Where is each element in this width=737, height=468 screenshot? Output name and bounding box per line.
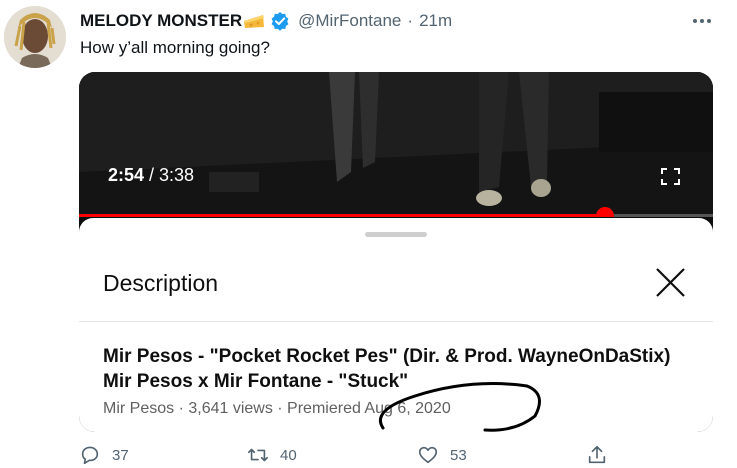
reply-button[interactable]: 37 xyxy=(79,444,129,466)
tweet-header: MELODY MONSTER @MirFontane · 21m xyxy=(80,10,717,32)
tweet-text: How y’all morning going? xyxy=(80,38,270,57)
media-screenshot[interactable]: 2:54 / 3:38 Description Mir Pesos - "Poc… xyxy=(79,72,713,432)
retweet-button[interactable]: 40 xyxy=(247,444,297,466)
hand-drawn-circle xyxy=(379,382,541,432)
tweet-timestamp[interactable]: 21m xyxy=(419,11,452,31)
avatar[interactable] xyxy=(4,6,66,68)
current-time: 2:54 xyxy=(108,165,145,185)
reply-count: 37 xyxy=(112,446,129,464)
reply-icon xyxy=(81,446,99,465)
tweet-actions: 37 40 53 xyxy=(79,444,639,468)
retweet-count: 40 xyxy=(280,446,297,464)
like-button[interactable]: 53 xyxy=(417,444,467,466)
sheet-drag-handle[interactable] xyxy=(365,232,427,237)
total-time: / 3:38 xyxy=(144,165,195,185)
retweet-icon xyxy=(248,448,268,462)
video-frame[interactable]: 2:54 / 3:38 xyxy=(79,72,713,217)
divider xyxy=(79,321,713,322)
share-button[interactable] xyxy=(586,444,608,466)
separator-dot: · xyxy=(407,11,414,30)
verified-badge-icon xyxy=(270,11,290,31)
heart-icon xyxy=(418,446,438,464)
close-icon[interactable] xyxy=(655,267,686,298)
video-timecode: 2:54 / 3:38 xyxy=(108,165,194,186)
share-icon xyxy=(588,445,606,464)
progress-fill xyxy=(79,214,606,217)
fullscreen-icon[interactable] xyxy=(661,168,680,185)
description-heading: Description xyxy=(103,270,219,296)
more-options-icon[interactable] xyxy=(687,10,717,32)
user-handle[interactable]: @MirFontane xyxy=(298,11,401,31)
like-count: 53 xyxy=(450,446,467,464)
video-progress-bar[interactable] xyxy=(79,207,713,217)
display-name[interactable]: MELODY MONSTER xyxy=(80,11,242,31)
cheese-emoji-icon xyxy=(243,12,265,30)
